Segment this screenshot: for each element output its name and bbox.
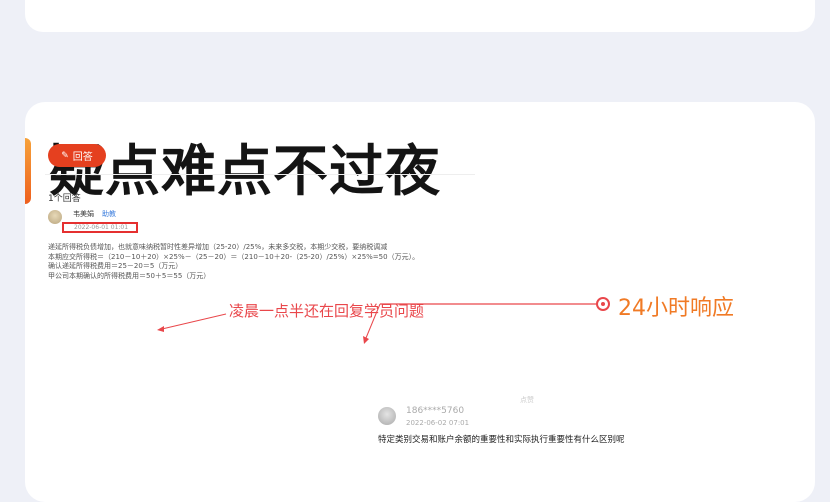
accent-bar [25, 138, 31, 204]
answer-user-role: 助教 [102, 210, 116, 218]
answer-button-label: 回答 [72, 152, 93, 163]
answer-body: 递延所得税负债增加，也就意味纳税暂时性差异增加（25-20）/25%，未来多交税… [48, 243, 488, 281]
response-label: 24小时响应 [618, 296, 734, 321]
annotation-note: 凌晨一点半还在回复学员问题 [229, 302, 425, 320]
second-user: 186****5760 [406, 406, 465, 416]
answer-date: 2022-06-01 01:01 [74, 224, 129, 231]
second-question-text[interactable]: 特定类别交易和账户余额的重要性和实际执行重要性有什么区别呢 [378, 433, 625, 445]
avatar [378, 407, 396, 425]
second-date: 2022-06-02 07:01 [406, 419, 470, 427]
avatar [48, 210, 62, 224]
answer-count: 1个回答 [48, 194, 81, 204]
target-circle-icon [596, 297, 610, 311]
top-card [25, 0, 815, 32]
second-question: 186****5760 2022-06-02 07:01 特定类别交易和账户余额… [378, 404, 678, 464]
answer-line: 确认递延所得税费用＝25－20＝5（万元） [48, 262, 183, 270]
pen-icon: ✎ [61, 150, 69, 161]
answer-line: 本期应交所得税＝（210－10＋20）×25%－（25－20）＝（210－10＋… [48, 252, 420, 261]
answer-button[interactable]: ✎ 回答 [48, 144, 106, 167]
answer-user-name: 韦美娟 [73, 210, 94, 218]
answer-line: 甲公司本期确认的所得税费用＝50＋5＝55（万元） [48, 271, 211, 280]
answer-screenshot: ✎ 回答 1个回答 韦美娟 助教 2022-06-01 01:01 递延所得税负… [45, 140, 485, 400]
divider [45, 174, 475, 175]
answer-date-highlight: 2022-06-01 01:01 [62, 222, 138, 233]
answer-line: 递延所得税负债增加，也就意味纳税暂时性差异增加（25-20）/25%，未来多交税… [48, 243, 388, 251]
